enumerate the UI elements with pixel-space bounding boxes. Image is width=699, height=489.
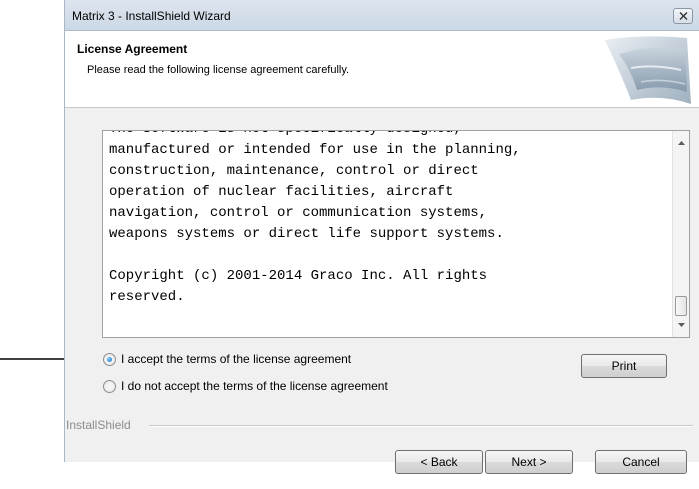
close-button[interactable] xyxy=(673,8,693,24)
scroll-up-arrow-icon[interactable] xyxy=(678,141,685,145)
next-button[interactable]: Next > xyxy=(485,450,573,474)
back-button[interactable]: < Back xyxy=(395,450,483,474)
installer-window: Matrix 3 - InstallShield Wizard License … xyxy=(64,0,699,474)
license-scrollbar[interactable] xyxy=(672,131,689,337)
decline-label[interactable]: I do not accept the terms of the license… xyxy=(121,379,388,393)
print-button[interactable]: Print xyxy=(581,354,667,378)
header-banner: License Agreement Please read the follow… xyxy=(65,31,699,108)
title-bar: Matrix 3 - InstallShield Wizard xyxy=(65,0,699,31)
divider xyxy=(149,425,693,427)
installshield-brand: InstallShield xyxy=(66,418,135,432)
scroll-down-arrow-icon[interactable] xyxy=(678,323,685,327)
decline-option[interactable]: I do not accept the terms of the license… xyxy=(103,379,473,395)
license-text: The Software is not specifically designe… xyxy=(109,131,521,305)
scrollbar-thumb[interactable] xyxy=(675,296,687,316)
installshield-banner-logo-icon xyxy=(605,36,691,104)
accept-label[interactable]: I accept the terms of the license agreem… xyxy=(121,352,351,366)
installshield-brand-line: InstallShield xyxy=(65,418,699,432)
window-title: Matrix 3 - InstallShield Wizard xyxy=(72,9,231,23)
close-icon xyxy=(679,12,688,20)
decline-radio[interactable] xyxy=(103,380,116,393)
accept-option[interactable]: I accept the terms of the license agreem… xyxy=(103,352,443,368)
accept-radio[interactable] xyxy=(103,353,116,366)
cancel-button[interactable]: Cancel xyxy=(595,450,687,474)
license-text-area[interactable]: The Software is not specifically designe… xyxy=(102,130,690,338)
page-subtitle: Please read the following license agreem… xyxy=(87,64,350,76)
page-title: License Agreement xyxy=(77,42,188,56)
